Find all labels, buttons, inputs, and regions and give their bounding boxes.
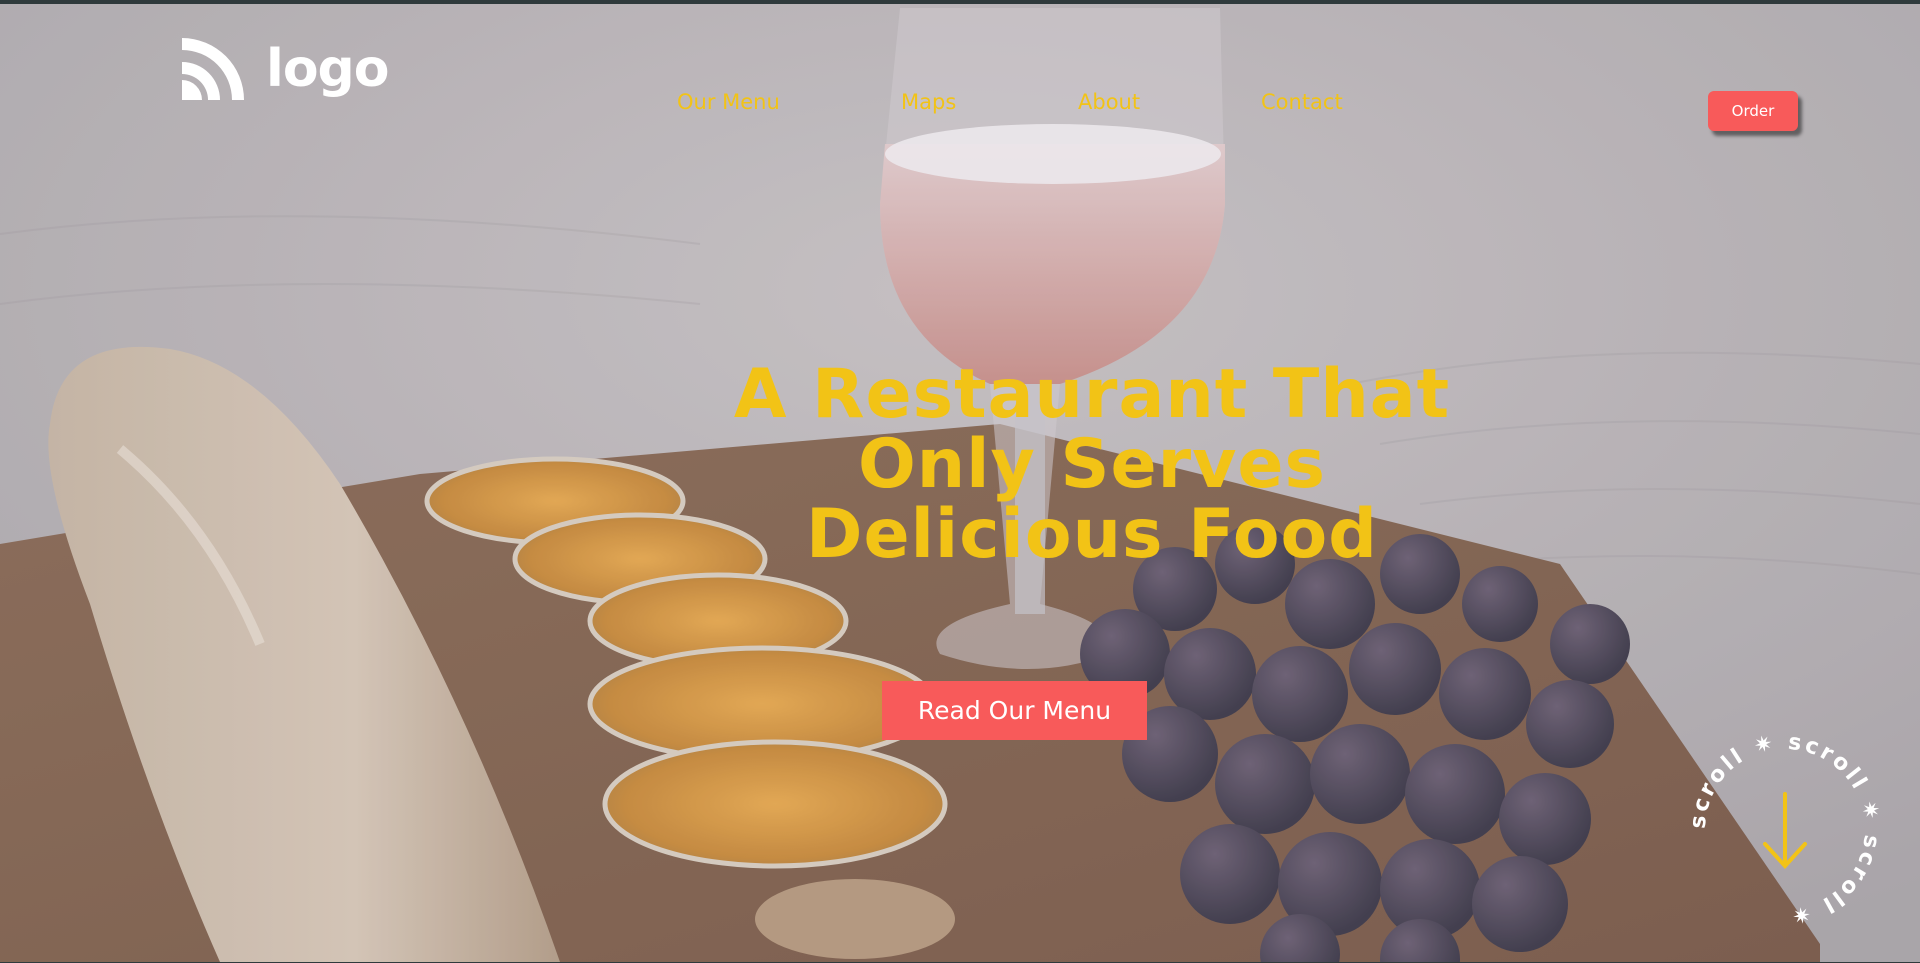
- nav-link-contact[interactable]: Contact: [1261, 90, 1343, 114]
- read-menu-button[interactable]: Read Our Menu: [882, 681, 1147, 740]
- nav-link-maps[interactable]: Maps: [901, 90, 956, 114]
- hero-section: logo Our Menu Maps About Contact Order A…: [0, 4, 1920, 962]
- hero-headline-line-2: Only Serves: [857, 425, 1327, 504]
- arrow-down-icon: [1763, 792, 1807, 869]
- main-nav: Our Menu Maps About Contact: [0, 90, 1920, 120]
- nav-link-about[interactable]: About: [1078, 90, 1140, 114]
- hero-headline-line-3: Delicious Food: [806, 495, 1378, 574]
- hero-headline-line-1: A Restaurant That: [733, 355, 1451, 434]
- order-button[interactable]: Order: [1708, 91, 1798, 131]
- hero-headline: A Restaurant That Only Serves Delicious …: [660, 360, 1524, 570]
- scroll-indicator[interactable]: scroll ✷ scroll ✷ scroll ✷: [1680, 724, 1890, 934]
- nav-link-our-menu[interactable]: Our Menu: [677, 90, 780, 114]
